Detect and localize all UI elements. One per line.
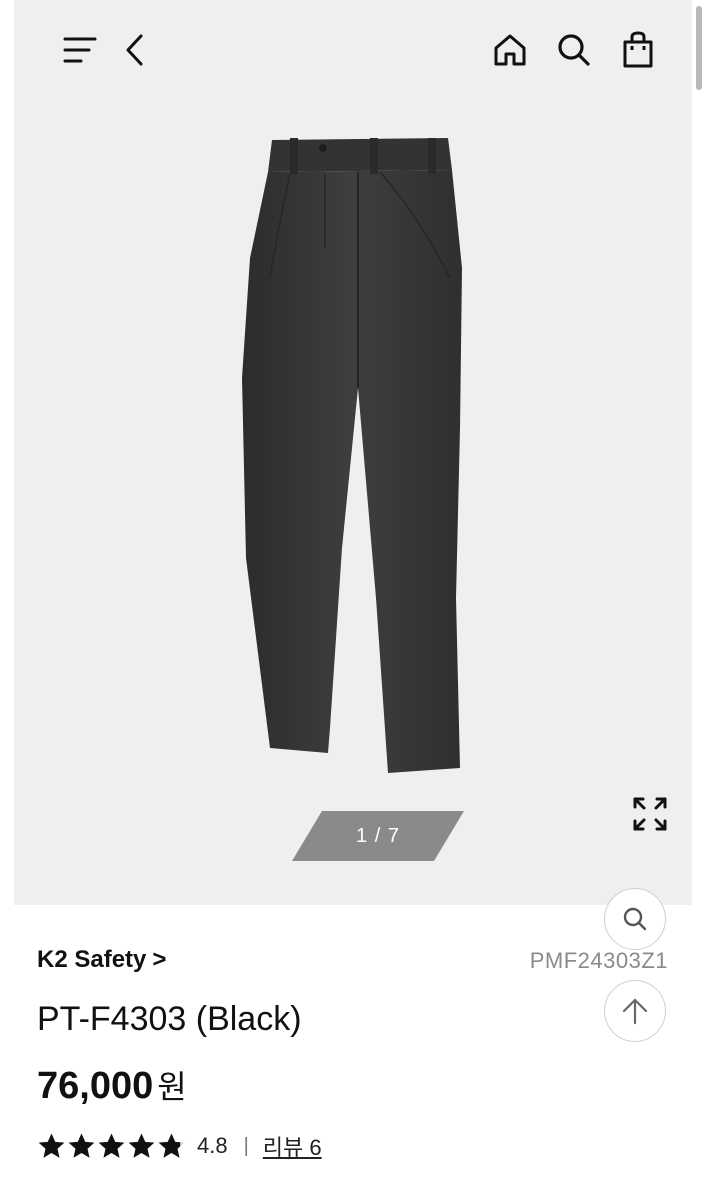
product-code: PMF24303Z1 <box>529 948 668 973</box>
expand-image-button[interactable] <box>628 792 672 836</box>
rating-row: 4.8 | 리뷰 6 <box>37 1128 322 1164</box>
review-count-link[interactable]: 리뷰 6 <box>263 1130 322 1162</box>
home-button[interactable] <box>488 28 532 72</box>
pants-image <box>242 138 462 773</box>
top-bar <box>0 0 706 100</box>
pager-text: 1 / 7 <box>356 824 400 847</box>
search-button[interactable] <box>552 28 596 72</box>
cart-button[interactable] <box>616 28 660 72</box>
brand-chevron: > <box>152 946 167 973</box>
star-icon <box>68 1132 95 1158</box>
floating-search-button[interactable] <box>604 888 666 950</box>
star-icon <box>158 1132 185 1158</box>
rating-separator: | <box>243 1134 249 1157</box>
shopping-bag-icon <box>623 31 653 68</box>
star-icon <box>38 1132 65 1158</box>
brand-name: K2 Safety <box>37 946 147 973</box>
back-button[interactable] <box>116 28 152 72</box>
image-pager: 1 / 7 <box>292 811 464 861</box>
chevron-left-icon <box>126 34 143 66</box>
product-title: PT-F4303 (Black) <box>37 1000 302 1038</box>
rating-score: 4.8 <box>197 1133 228 1158</box>
scroll-to-top-button[interactable] <box>604 980 666 1042</box>
search-icon <box>558 34 590 66</box>
price-value: 76,000 <box>37 1065 154 1107</box>
home-icon <box>494 34 526 66</box>
expand-arrows-icon <box>633 797 667 831</box>
star-icon <box>98 1132 125 1158</box>
star-icon <box>128 1132 155 1158</box>
arrow-up-icon <box>622 998 648 1025</box>
product-image[interactable] <box>230 128 480 788</box>
menu-button[interactable] <box>58 28 102 72</box>
search-icon <box>623 907 647 931</box>
brand-link[interactable]: K2 Safety > <box>37 946 166 974</box>
menu-lines-icon <box>63 37 97 63</box>
price-currency: 원 <box>157 1069 187 1105</box>
rating-stars <box>37 1132 187 1161</box>
product-price: 76,000 원 <box>37 1062 187 1108</box>
